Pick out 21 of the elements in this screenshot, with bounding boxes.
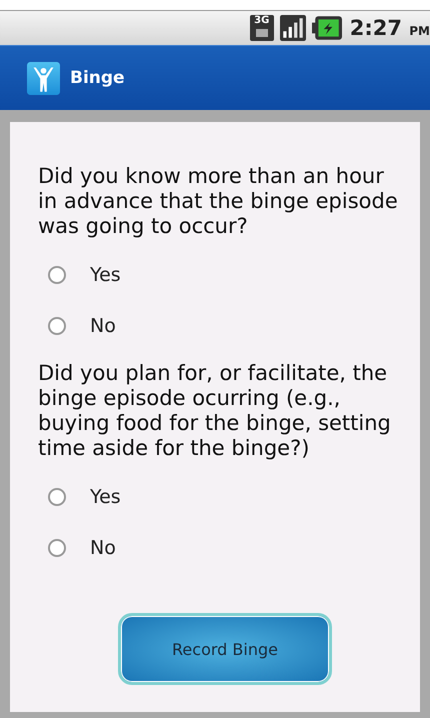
record-button[interactable]: Record Binge: [118, 613, 332, 685]
network-icon: 3G: [250, 15, 274, 41]
option-label: No: [90, 314, 116, 336]
radio-button[interactable]: [48, 538, 66, 556]
option-label: Yes: [90, 264, 121, 286]
radio-button[interactable]: [48, 488, 66, 506]
question-text: Did you know more than an hour in advance that the binge episode was going to occur?: [38, 164, 399, 239]
question-text: Did you plan for, or facilitate, the binge episode ocurring (e.g., buying food for the binge, setting time aside for the binge?): [38, 361, 392, 461]
radio-option[interactable]: No: [48, 522, 400, 573]
signal-icon: [280, 15, 306, 41]
app-title: Binge: [70, 68, 125, 88]
option-label: No: [90, 536, 116, 558]
person-icon: [27, 62, 60, 94]
option-label: Yes: [90, 486, 121, 508]
clock-text: 2:27 PM: [350, 16, 430, 40]
radio-option[interactable]: Yes: [48, 249, 400, 300]
radio-button[interactable]: [48, 316, 66, 334]
radio-option[interactable]: Yes: [48, 471, 400, 522]
battery-icon: [312, 16, 342, 40]
radio-button[interactable]: [48, 266, 66, 284]
radio-option[interactable]: No: [48, 300, 400, 351]
